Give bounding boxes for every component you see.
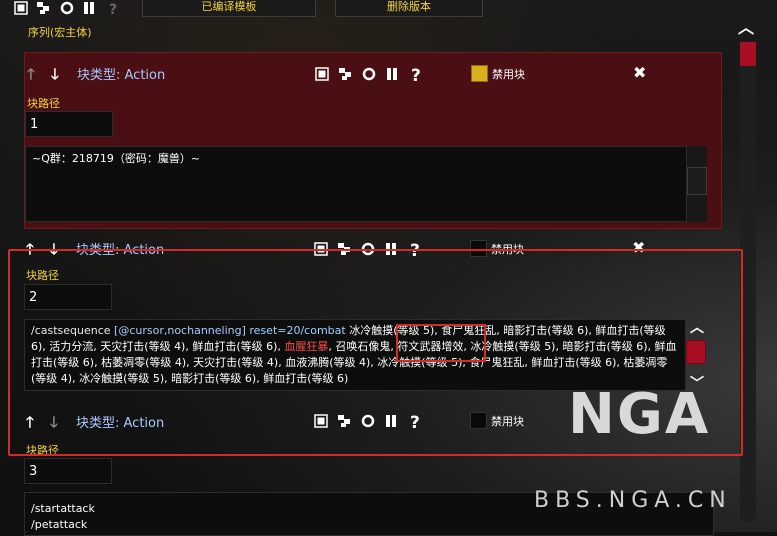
block-path-input[interactable]: 1 — [25, 111, 113, 137]
block-text-area[interactable]: ~Q群：218719（密码：魔兽）~ — [25, 146, 687, 222]
compiled-template-button[interactable]: 已编译模板 — [142, 0, 316, 17]
action-block-1: 🡑 🡓 块类型: Action ? 禁用块 ✖ 块路径 1 ~Q群：218719… — [24, 52, 722, 229]
main-scroll-thumb[interactable] — [740, 42, 756, 66]
record-icon[interactable] — [362, 67, 376, 81]
macro-icon[interactable] — [14, 1, 28, 15]
block-type-label: 块类型: Action — [77, 68, 166, 83]
move-down-icon[interactable]: 🡓 — [51, 64, 59, 89]
help-icon[interactable]: ? — [409, 65, 425, 83]
svg-text:?: ? — [411, 66, 421, 83]
tree-icon[interactable] — [338, 67, 352, 81]
record-icon[interactable] — [60, 1, 74, 15]
disable-block-checkbox[interactable] — [471, 65, 488, 82]
block-header: 🡑 🡓 块类型: Action ? 禁用块 ✖ — [25, 53, 721, 89]
pause-icon[interactable] — [82, 1, 96, 15]
sequence-label: 序列(宏主体) — [28, 26, 92, 39]
watermark-site: BBS.NGA.CN — [534, 488, 732, 513]
text-scroll-thumb[interactable] — [687, 167, 707, 195]
block-path-label: 块路径 — [27, 97, 60, 110]
macro-line: /petattack — [31, 518, 88, 531]
svg-text:?: ? — [109, 2, 117, 15]
delete-block-icon[interactable]: ✖ — [633, 63, 646, 82]
macro-icon[interactable] — [315, 67, 329, 81]
disable-block-label: 禁用块 — [492, 68, 525, 81]
top-toolbar: ? 已编译模板 删除版本 — [0, 0, 777, 18]
tree-icon[interactable] — [36, 1, 50, 15]
block-text: ~Q群：218719（密码：魔兽）~ — [32, 152, 201, 165]
block-path-input[interactable]: 3 — [24, 458, 112, 484]
help-icon[interactable]: ? — [107, 1, 121, 15]
move-up-icon[interactable]: 🡑 — [27, 64, 35, 89]
pause-icon[interactable] — [385, 67, 399, 81]
delete-version-button[interactable]: 删除版本 — [335, 0, 483, 17]
watermark-logo: NGA — [568, 382, 711, 447]
annotation-highlight-spell — [396, 324, 486, 362]
main-scroll-up-icon[interactable]: ︿ — [738, 20, 754, 36]
